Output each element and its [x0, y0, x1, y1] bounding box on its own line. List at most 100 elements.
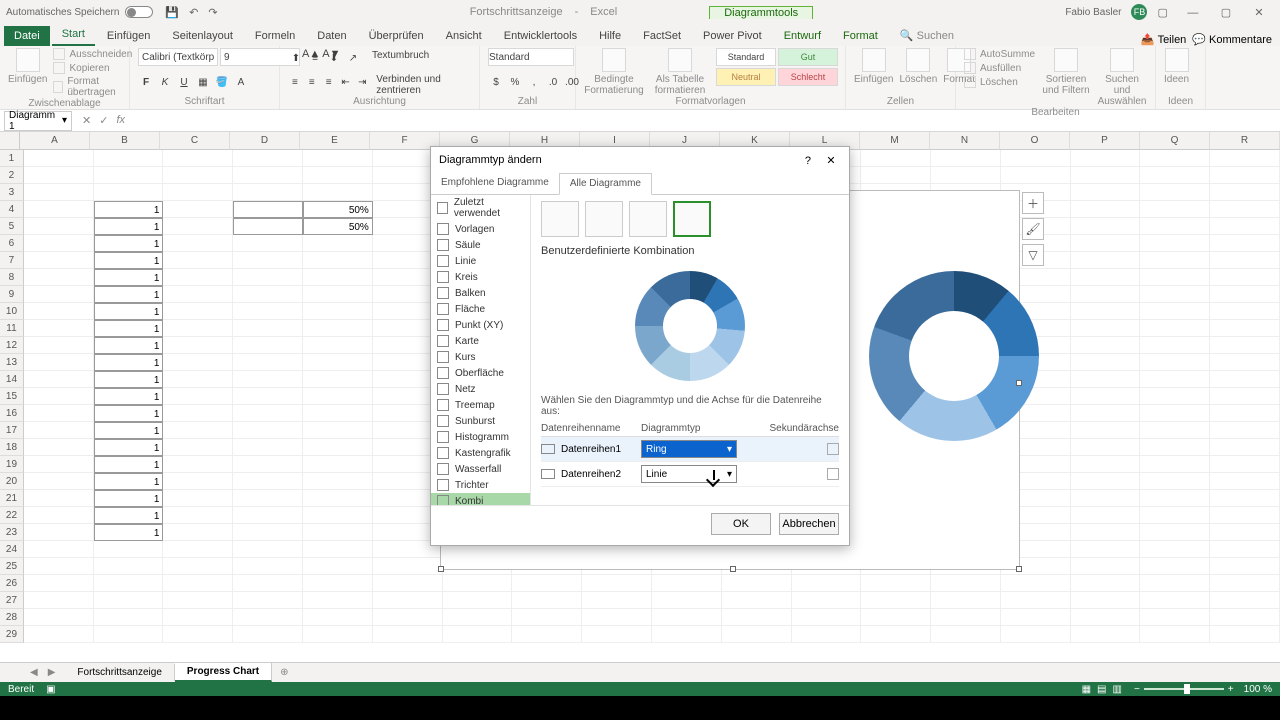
cell[interactable]: [163, 473, 233, 490]
row-header-5[interactable]: 5: [0, 218, 24, 235]
inc-decimal-icon[interactable]: .0: [545, 74, 561, 90]
cell[interactable]: [1140, 184, 1210, 201]
row-header-9[interactable]: 9: [0, 286, 24, 303]
minimize-icon[interactable]: —: [1178, 7, 1208, 19]
cell[interactable]: [1071, 184, 1141, 201]
align-top-icon[interactable]: ⬆: [288, 50, 304, 66]
row-header-15[interactable]: 15: [0, 388, 24, 405]
cell[interactable]: [443, 609, 513, 626]
tab-einfuegen[interactable]: Einfügen: [97, 26, 160, 46]
cell[interactable]: [1071, 354, 1141, 371]
cut-button[interactable]: Ausschneiden: [53, 48, 132, 60]
cell[interactable]: [163, 167, 233, 184]
cell[interactable]: [1210, 201, 1280, 218]
cell[interactable]: [722, 626, 792, 643]
cell[interactable]: 1: [94, 422, 164, 439]
cell[interactable]: [1210, 473, 1280, 490]
zoom-out-icon[interactable]: −: [1134, 684, 1140, 695]
font-color-button[interactable]: A: [233, 74, 249, 90]
cell[interactable]: [303, 439, 373, 456]
cell[interactable]: [1210, 558, 1280, 575]
cell[interactable]: [303, 269, 373, 286]
row-header-13[interactable]: 13: [0, 354, 24, 371]
ribbon-display-icon[interactable]: ▢: [1157, 6, 1167, 19]
chart-cat-sunburst[interactable]: Sunburst: [431, 413, 530, 429]
col-header-O[interactable]: O: [1000, 132, 1070, 150]
cell[interactable]: [1140, 252, 1210, 269]
chart-cat-zuletztverwendet[interactable]: Zuletzt verwendet: [431, 195, 530, 221]
col-header-P[interactable]: P: [1070, 132, 1140, 150]
cell[interactable]: 1: [94, 473, 164, 490]
cell[interactable]: [1140, 609, 1210, 626]
cell[interactable]: [1210, 575, 1280, 592]
cell[interactable]: 1: [94, 320, 164, 337]
row-header-26[interactable]: 26: [0, 575, 24, 592]
zoom-in-icon[interactable]: +: [1228, 684, 1234, 695]
undo-icon[interactable]: ↶: [189, 6, 198, 19]
cell[interactable]: [1210, 405, 1280, 422]
cell[interactable]: [1140, 558, 1210, 575]
indent-inc-icon[interactable]: ⇥: [355, 74, 369, 90]
cell[interactable]: [94, 150, 164, 167]
view-pagelayout-icon[interactable]: ▤: [1097, 684, 1106, 695]
cell[interactable]: [24, 473, 94, 490]
cell[interactable]: [163, 371, 233, 388]
cell[interactable]: [1140, 388, 1210, 405]
underline-button[interactable]: U: [176, 74, 192, 90]
cell[interactable]: [233, 320, 303, 337]
cell[interactable]: [1210, 592, 1280, 609]
cell[interactable]: 1: [94, 201, 164, 218]
cell[interactable]: 1: [94, 405, 164, 422]
tab-entwurf[interactable]: Entwurf: [774, 26, 831, 46]
chart-cat-vorlagen[interactable]: Vorlagen: [431, 221, 530, 237]
add-sheet-icon[interactable]: ⊕: [272, 667, 296, 678]
cell[interactable]: [1140, 320, 1210, 337]
chart-cat-balken[interactable]: Balken: [431, 285, 530, 301]
ideas-button[interactable]: Ideen: [1164, 48, 1189, 85]
cell[interactable]: [233, 252, 303, 269]
copy-button[interactable]: Kopieren: [53, 62, 132, 74]
cell[interactable]: [861, 150, 931, 167]
name-box[interactable]: Diagramm 1▾: [4, 111, 72, 131]
chart-cat-kreis[interactable]: Kreis: [431, 269, 530, 285]
cell[interactable]: [443, 626, 513, 643]
cell[interactable]: [1071, 235, 1141, 252]
col-header-N[interactable]: N: [930, 132, 1000, 150]
cell[interactable]: [1210, 235, 1280, 252]
cell[interactable]: 1: [94, 507, 164, 524]
insert-cells-button[interactable]: Einfügen: [854, 48, 893, 85]
confirm-fx-icon[interactable]: ✓: [99, 114, 108, 127]
cell[interactable]: [303, 490, 373, 507]
cell[interactable]: [24, 150, 94, 167]
avatar[interactable]: FB: [1131, 4, 1147, 20]
cell[interactable]: [233, 456, 303, 473]
cell[interactable]: [1210, 388, 1280, 405]
save-icon[interactable]: 💾: [165, 6, 179, 19]
row-header-7[interactable]: 7: [0, 252, 24, 269]
cell[interactable]: [1140, 507, 1210, 524]
cell[interactable]: [163, 524, 233, 541]
cell[interactable]: [931, 150, 1001, 167]
row-header-20[interactable]: 20: [0, 473, 24, 490]
sheet-nav-prev-icon[interactable]: ◀: [30, 667, 38, 678]
dialog-help-icon[interactable]: ?: [798, 155, 818, 167]
cell[interactable]: [233, 371, 303, 388]
cell[interactable]: 1: [94, 252, 164, 269]
row-header-10[interactable]: 10: [0, 303, 24, 320]
chart-cat-flche[interactable]: Fläche: [431, 301, 530, 317]
cell[interactable]: [163, 490, 233, 507]
percent-icon[interactable]: %: [507, 74, 523, 90]
cell[interactable]: [233, 439, 303, 456]
cell[interactable]: [582, 592, 652, 609]
cell[interactable]: [1210, 320, 1280, 337]
cell[interactable]: [94, 626, 164, 643]
series2-type-dropdown[interactable]: Linie▾: [641, 465, 737, 483]
cell[interactable]: [233, 184, 303, 201]
cell[interactable]: [931, 167, 1001, 184]
cell[interactable]: [233, 507, 303, 524]
row-header-19[interactable]: 19: [0, 456, 24, 473]
autosave-toggle[interactable]: [125, 6, 153, 18]
cell[interactable]: [303, 507, 373, 524]
italic-button[interactable]: K: [157, 74, 173, 90]
row-header-3[interactable]: 3: [0, 184, 24, 201]
